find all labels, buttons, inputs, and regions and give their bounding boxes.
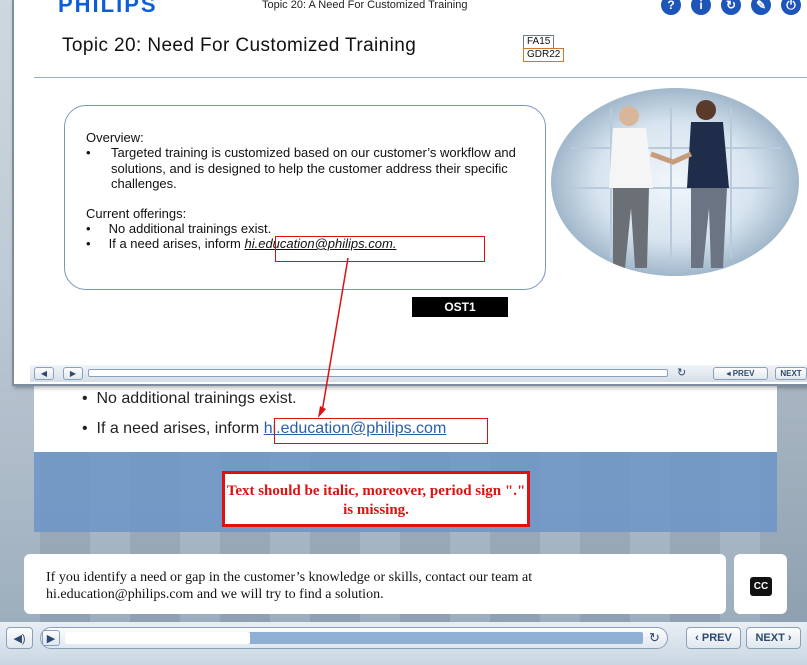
annotation-arrow <box>318 257 349 418</box>
